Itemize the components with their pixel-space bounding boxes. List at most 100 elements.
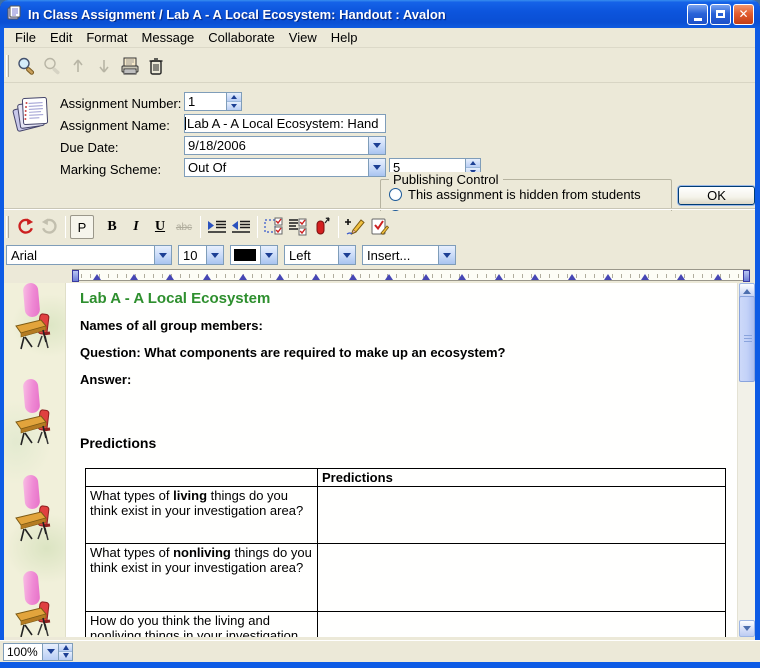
answer-cell[interactable]	[318, 612, 726, 638]
search-disabled-icon	[42, 56, 62, 76]
right-indent-marker[interactable]	[743, 270, 750, 282]
marker-button[interactable]	[310, 215, 334, 239]
font-color-combobox[interactable]	[230, 245, 278, 265]
assignment-number-label: Assignment Number:	[60, 96, 181, 111]
alignment-dropdown-button[interactable]	[338, 246, 355, 264]
answer-cell[interactable]	[318, 544, 726, 612]
search-button[interactable]	[13, 53, 39, 79]
tab-stop-marker[interactable]	[276, 274, 284, 280]
menu-format[interactable]: Format	[79, 28, 134, 47]
due-date-dropdown-button[interactable]	[368, 137, 385, 154]
radio-unselected-icon[interactable]	[389, 188, 402, 201]
radio-hidden-from-students[interactable]: This assignment is hidden from students	[389, 187, 641, 202]
ok-button[interactable]: OK	[678, 186, 755, 205]
toolbar-separator	[257, 216, 258, 238]
predictions-heading: Predictions	[80, 435, 156, 451]
tab-stop-marker[interactable]	[531, 274, 539, 280]
left-indent-marker[interactable]	[72, 270, 79, 282]
due-date-combobox[interactable]: 9/18/2006	[184, 136, 386, 155]
grade-checkbox-button[interactable]	[367, 215, 391, 239]
print-button[interactable]	[117, 53, 143, 79]
italic-button[interactable]: I	[124, 215, 148, 239]
scroll-down-button[interactable]	[739, 620, 755, 637]
font-size-combobox[interactable]: 10	[178, 245, 224, 265]
assignment-form: Assignment Number: 1 Assignment Name: La…	[4, 83, 755, 207]
font-family-dropdown-button[interactable]	[154, 246, 171, 264]
tab-stop-marker[interactable]	[166, 274, 174, 280]
toolbar-grip[interactable]	[6, 55, 9, 77]
tab-stop-marker[interactable]	[714, 274, 722, 280]
indent-button[interactable]	[205, 215, 229, 239]
tab-stop-marker[interactable]	[93, 274, 101, 280]
menu-help[interactable]: Help	[324, 28, 365, 47]
vertical-scrollbar[interactable]	[737, 283, 755, 637]
scrollbar-thumb[interactable]	[739, 296, 755, 382]
table-row: What types of living things do you think…	[86, 487, 726, 544]
search-icon	[16, 56, 36, 76]
margin-tile	[4, 475, 66, 571]
answer-cell[interactable]	[318, 487, 726, 544]
delete-button[interactable]	[143, 53, 169, 79]
window-border-bottom	[0, 662, 760, 668]
document-area[interactable]: Lab A - A Local Ecosystem Names of all g…	[4, 283, 737, 637]
paragraph-button[interactable]: P	[70, 215, 94, 239]
alignment-combobox[interactable]: Left	[284, 245, 356, 265]
panel-divider	[4, 208, 755, 210]
close-button[interactable]: ✕	[733, 4, 754, 25]
assignment-name-input[interactable]: Lab A - A Local Ecosystem: Hand	[184, 114, 386, 133]
table-row: What types of nonliving things do you th…	[86, 544, 726, 612]
minimize-button[interactable]	[687, 4, 708, 25]
menu-file[interactable]: File	[8, 28, 43, 47]
tab-stop-marker[interactable]	[130, 274, 138, 280]
tab-stop-marker[interactable]	[385, 274, 393, 280]
menu-message[interactable]: Message	[135, 28, 202, 47]
tab-stop-marker[interactable]	[568, 274, 576, 280]
assignment-name-label: Assignment Name:	[60, 118, 170, 133]
answer-list-button[interactable]	[286, 215, 310, 239]
document-content[interactable]: Lab A - A Local Ecosystem Names of all g…	[67, 283, 737, 637]
zoom-spin-buttons[interactable]	[59, 643, 73, 661]
insert-dropdown-button[interactable]	[438, 246, 455, 264]
question-text: What types of	[90, 545, 173, 560]
editor-toolbar: P B I U abc	[4, 211, 755, 243]
zoom-control[interactable]: 100%	[3, 643, 73, 661]
add-annotation-button[interactable]	[343, 215, 367, 239]
menu-edit[interactable]: Edit	[43, 28, 79, 47]
zoom-value[interactable]: 100%	[3, 643, 43, 661]
select-answers-button[interactable]	[262, 215, 286, 239]
margin-tile	[4, 283, 66, 379]
insert-combobox[interactable]: Insert...	[362, 245, 456, 265]
outdent-button[interactable]	[229, 215, 253, 239]
font-size-dropdown-button[interactable]	[206, 246, 223, 264]
tab-stop-marker[interactable]	[422, 274, 430, 280]
tab-stop-marker[interactable]	[677, 274, 685, 280]
publishing-control-title: Publishing Control	[389, 172, 503, 187]
font-color-dropdown-button[interactable]	[260, 246, 277, 264]
tab-stop-marker[interactable]	[349, 274, 357, 280]
tab-stop-marker[interactable]	[458, 274, 466, 280]
toolbar-separator	[200, 216, 201, 238]
assignment-number-spinner[interactable]: 1	[184, 92, 242, 111]
titlebar[interactable]: In Class Assignment / Lab A - A Local Ec…	[0, 0, 760, 28]
ruler-track[interactable]	[72, 269, 750, 281]
tab-stop-marker[interactable]	[604, 274, 612, 280]
menu-view[interactable]: View	[282, 28, 324, 47]
redo-button	[37, 215, 61, 239]
bold-button[interactable]: B	[100, 215, 124, 239]
tab-stop-marker[interactable]	[495, 274, 503, 280]
toolbar-grip[interactable]	[6, 216, 9, 238]
maximize-button[interactable]	[710, 4, 731, 25]
tab-stop-marker[interactable]	[641, 274, 649, 280]
assignment-number-spin-buttons[interactable]	[226, 93, 241, 110]
underline-button[interactable]: U	[148, 215, 172, 239]
font-family-combobox[interactable]: Arial	[6, 245, 172, 265]
menubar: File Edit Format Message Collaborate Vie…	[4, 28, 755, 48]
marking-scheme-combobox[interactable]: Out Of	[184, 158, 386, 177]
tab-stop-marker[interactable]	[203, 274, 211, 280]
menu-collaborate[interactable]: Collaborate	[201, 28, 282, 47]
tab-stop-marker[interactable]	[239, 274, 247, 280]
marking-scheme-dropdown-button[interactable]	[368, 159, 385, 176]
zoom-dropdown-button[interactable]	[43, 643, 59, 661]
undo-button[interactable]	[13, 215, 37, 239]
tab-stop-marker[interactable]	[312, 274, 320, 280]
